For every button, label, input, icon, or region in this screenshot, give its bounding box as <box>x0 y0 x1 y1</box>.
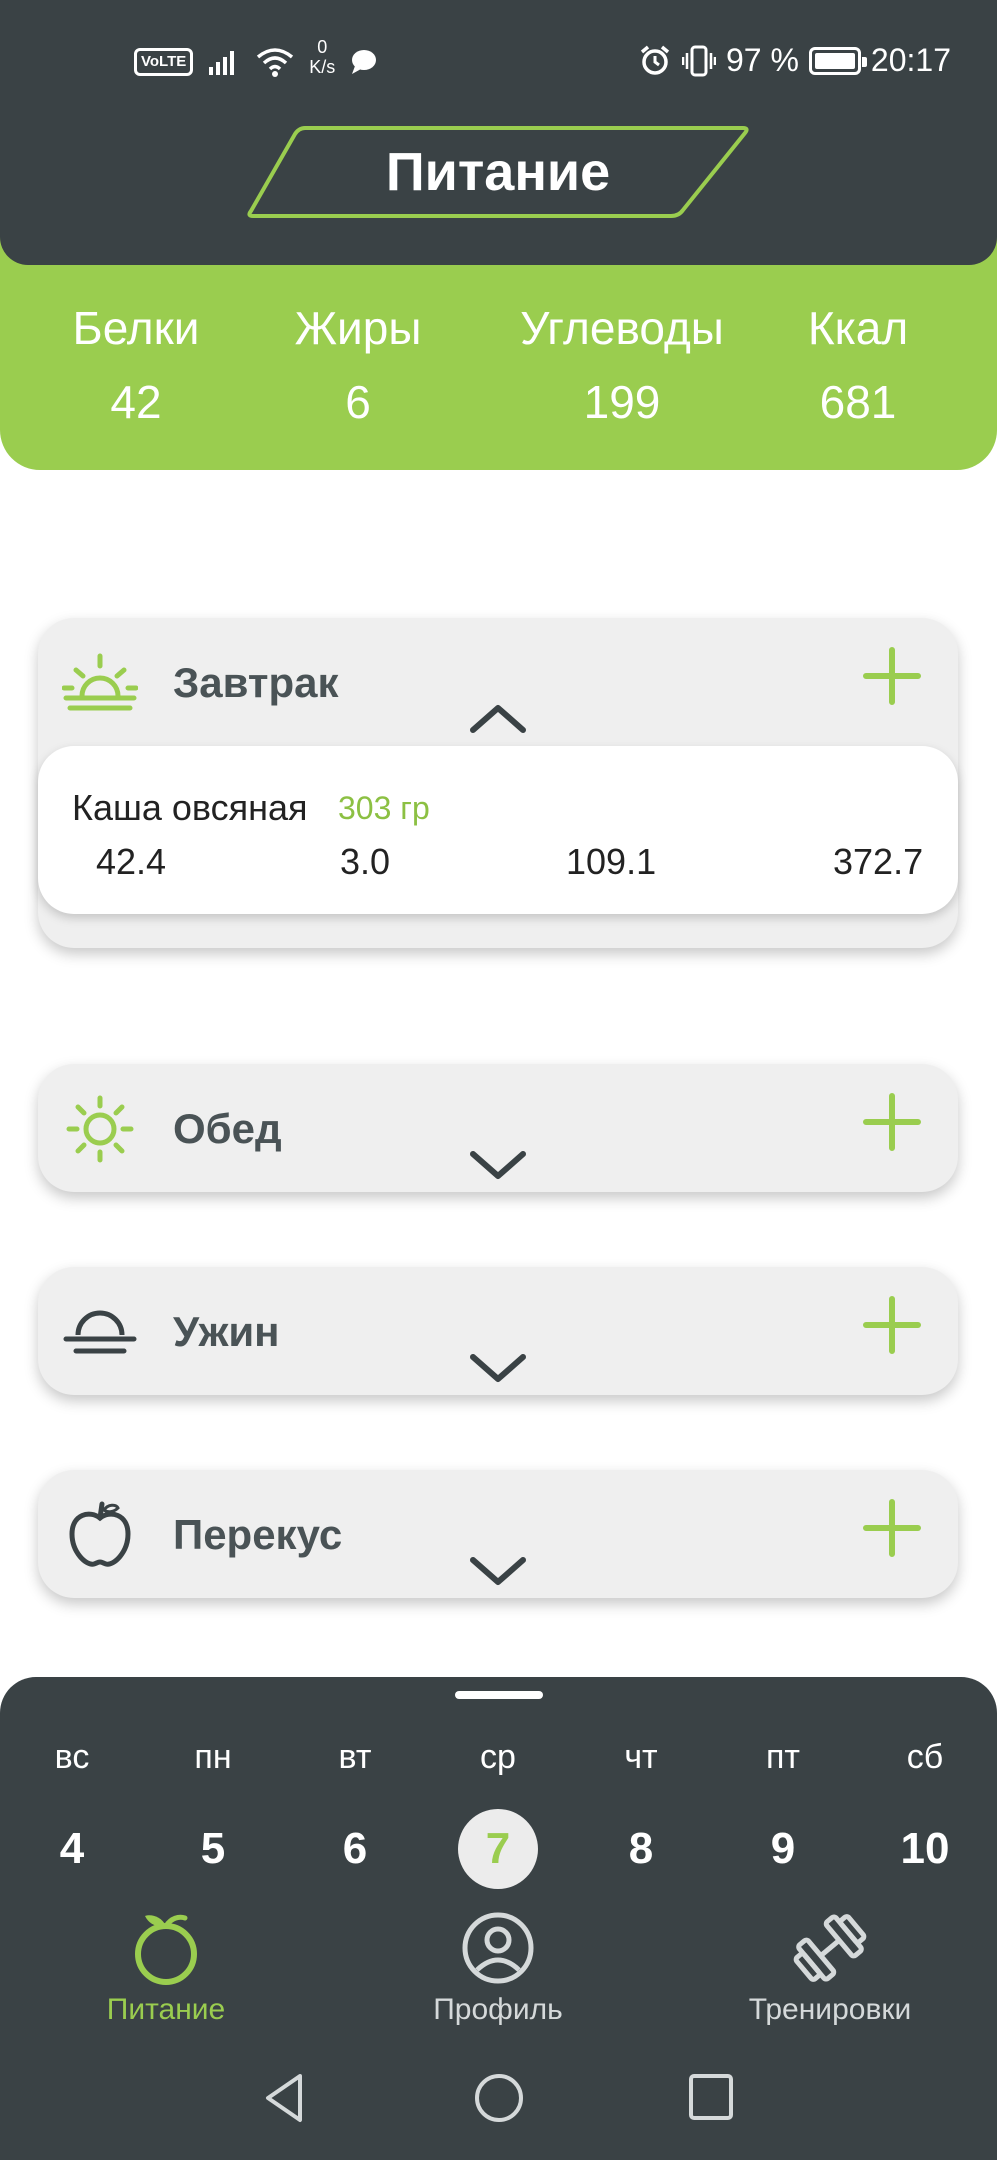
status-bar: VoLTE 0 K/s 97 % 20:17 <box>0 37 997 88</box>
expand-chevron-down-icon[interactable] <box>469 1148 527 1180</box>
volte-indicator: VoLTE <box>134 48 194 76</box>
expand-chevron-down-icon[interactable] <box>469 1351 527 1383</box>
battery-percent: 97 % <box>725 42 799 78</box>
food-weight: 303 гр <box>338 790 430 826</box>
speed-unit: K/s <box>309 57 336 77</box>
weekday-label: вт <box>338 1738 372 1776</box>
meal-name-lunch: Обед <box>173 1105 282 1152</box>
add-dinner-button[interactable] <box>862 1295 922 1355</box>
meal-header-dinner[interactable]: Ужин <box>38 1267 958 1395</box>
carbs-label: Углеводы <box>520 302 724 354</box>
weekday-label: сб <box>906 1738 944 1776</box>
back-icon[interactable] <box>262 2072 306 2124</box>
nav-nutrition[interactable]: Питание <box>66 1910 266 2030</box>
drag-handle[interactable] <box>455 1691 543 1699</box>
date-number: 10 <box>900 1824 950 1873</box>
meal-card-snack: Перекус <box>38 1470 958 1598</box>
clock: 20:17 <box>870 42 951 78</box>
home-icon[interactable] <box>473 2072 525 2124</box>
network-speed: 0 K/s <box>309 37 335 77</box>
battery-icon <box>808 46 867 75</box>
weekday-label: ср <box>480 1738 516 1776</box>
protein-summary: Белки 42 <box>38 300 234 430</box>
date-number: 9 <box>770 1824 796 1873</box>
expand-chevron-down-icon[interactable] <box>469 1554 527 1586</box>
meal-header-breakfast[interactable]: Завтрак <box>38 618 958 746</box>
page-title: Питание <box>385 142 611 202</box>
food-fat: 3.0 <box>340 841 391 882</box>
alarm-icon <box>640 45 670 75</box>
food-name: Каша овсяная <box>72 787 308 828</box>
carbs-summary: Углеводы 199 <box>500 300 744 430</box>
date-number: 4 <box>59 1824 85 1873</box>
date-number: 8 <box>628 1824 654 1873</box>
fat-summary: Жиры 6 <box>270 300 446 430</box>
kcal-label: Ккал <box>807 302 909 354</box>
meal-header-lunch[interactable]: Обед <box>38 1064 958 1192</box>
date-number: 6 <box>342 1824 368 1873</box>
speed-value: 0 <box>317 37 328 57</box>
page-title-badge: Питание <box>245 124 751 220</box>
sunset-icon <box>63 1310 137 1354</box>
nav-workouts[interactable]: Тренировки <box>730 1910 930 2030</box>
dumbbell-icon <box>793 1914 867 1982</box>
nav-workouts-label: Тренировки <box>748 1993 912 2026</box>
message-icon <box>352 50 377 74</box>
carbs-value: 199 <box>583 376 661 428</box>
protein-label: Белки <box>72 302 200 354</box>
sunrise-icon <box>62 653 138 711</box>
meal-card-dinner: Ужин <box>38 1267 958 1395</box>
food-kcal: 372.7 <box>833 841 924 882</box>
meal-header-snack[interactable]: Перекус <box>38 1470 958 1598</box>
app-header: VoLTE 0 K/s 97 % 20:17 Питание <box>0 0 997 265</box>
fat-label: Жиры <box>294 302 422 354</box>
weekday-label: чт <box>624 1738 658 1776</box>
nav-profile-label: Профиль <box>433 1993 563 2026</box>
date-number: 7 <box>453 1809 543 1889</box>
kcal-value: 681 <box>819 376 897 428</box>
add-breakfast-button[interactable] <box>862 646 922 706</box>
sun-icon <box>66 1095 134 1163</box>
nav-profile[interactable]: Профиль <box>398 1910 598 2030</box>
meal-name-snack: Перекус <box>173 1511 343 1558</box>
date-number: 5 <box>200 1824 226 1873</box>
wifi-icon <box>257 48 294 77</box>
meal-name-breakfast: Завтрак <box>173 659 339 706</box>
nav-nutrition-label: Питание <box>106 1993 226 2026</box>
nutrition-summary: Белки 42 Жиры 6 Углеводы 199 Ккал 681 <box>0 230 997 470</box>
apple-icon <box>69 1501 131 1567</box>
collapse-chevron-up-icon[interactable] <box>469 702 527 734</box>
meal-card-lunch: Обед <box>38 1064 958 1192</box>
apple-nav-icon <box>135 1914 197 1985</box>
add-snack-button[interactable] <box>862 1498 922 1558</box>
weekday-label: пн <box>194 1738 232 1776</box>
vibrate-icon <box>681 45 716 76</box>
fat-value: 6 <box>345 376 371 428</box>
weekday-label: пт <box>766 1738 800 1776</box>
meal-name-dinner: Ужин <box>173 1308 280 1355</box>
add-lunch-button[interactable] <box>862 1092 922 1152</box>
kcal-summary: Ккал 681 <box>780 300 936 430</box>
food-item[interactable]: Каша овсяная 303 гр 42.4 3.0 109.1 372.7 <box>38 746 958 914</box>
weekday-label: вс <box>54 1738 90 1776</box>
food-protein: 42.4 <box>96 841 167 882</box>
profile-icon <box>462 1912 534 1984</box>
food-carbs: 109.1 <box>566 841 657 882</box>
signal-icon <box>209 51 235 75</box>
protein-value: 42 <box>110 376 162 428</box>
recents-icon[interactable] <box>688 2072 734 2122</box>
